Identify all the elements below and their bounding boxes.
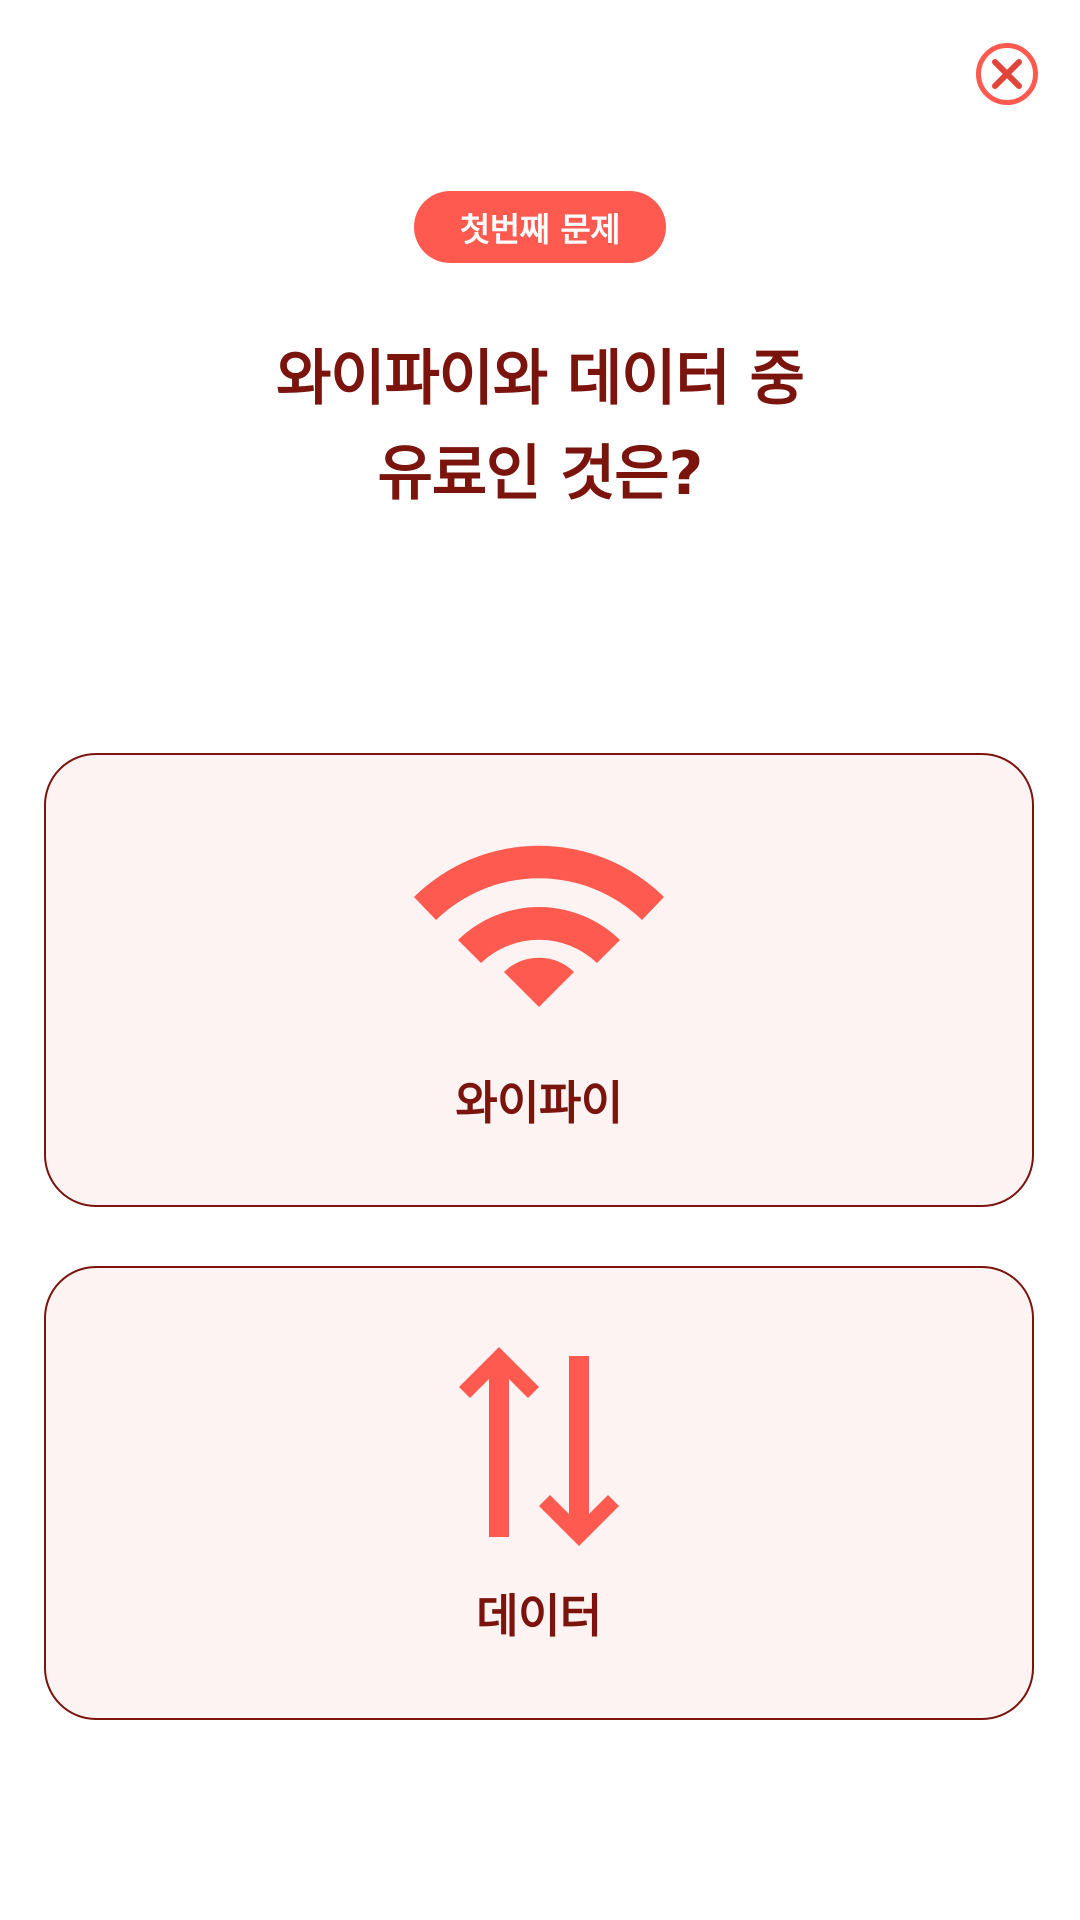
question-line-2: 유료인 것은? [377,439,704,509]
option-wifi-label: 와이파이 [455,1076,623,1130]
question-title: 와이파이와 데이터 중 유료인 것은? [0,332,1080,522]
option-data-card[interactable]: 데이터 [44,1266,1034,1720]
close-button[interactable] [975,42,1039,106]
option-wifi-card[interactable]: 와이파이 [44,753,1034,1207]
close-icon [976,43,1038,105]
option-data-label: 데이터 [476,1589,602,1643]
data-transfer-icon [459,1347,619,1546]
question-number-badge: 첫번째 문제 [414,191,666,263]
question-line-1: 와이파이와 데이터 중 [276,344,805,414]
wifi-icon [414,845,664,1007]
